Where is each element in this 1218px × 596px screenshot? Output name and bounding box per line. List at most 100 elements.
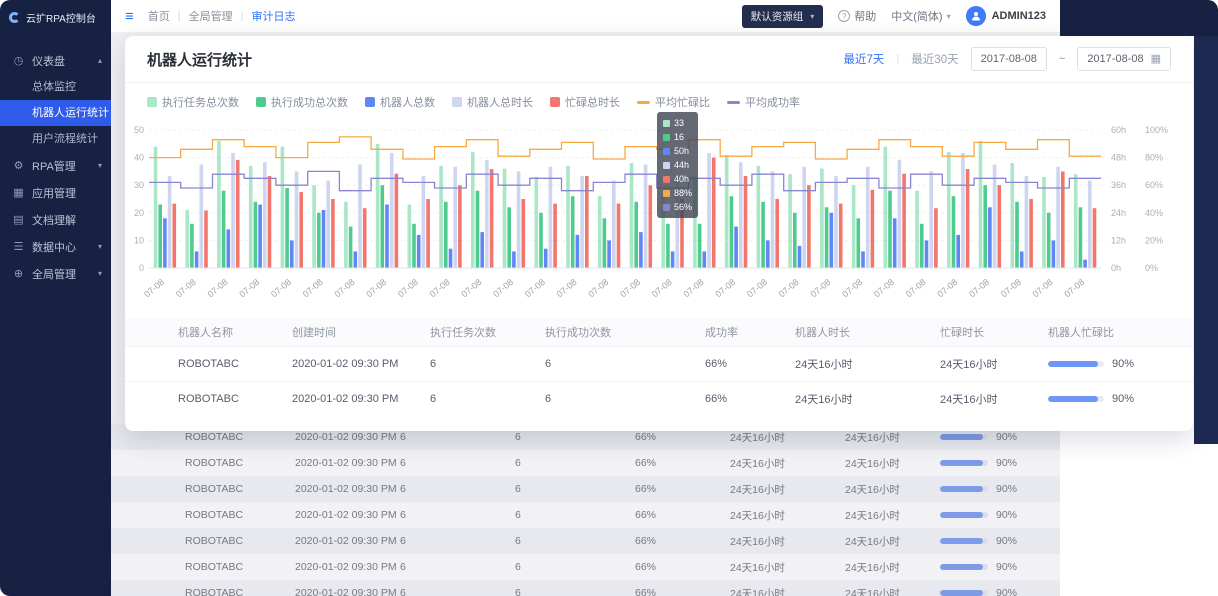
app-logo[interactable]: 云扩RPA控制台 — [0, 0, 111, 35]
card-shadow-band — [1194, 36, 1218, 444]
avatar — [966, 6, 986, 26]
table-cell: 6 — [400, 509, 515, 521]
svg-text:07-08: 07-08 — [650, 277, 674, 299]
table-cell: 6 — [400, 483, 515, 495]
busy-ratio-value: 90% — [996, 509, 1017, 521]
breadcrumb-home[interactable]: 首页 — [148, 8, 170, 24]
table-cell: 2020-01-02 09:30 PM — [292, 393, 430, 405]
table-row: ROBOTABC2020-01-02 09:30 PM6666%24天16小时2… — [125, 381, 1193, 416]
sidebar-item-document-understanding[interactable]: ▤ 文档理解 — [0, 206, 111, 233]
table-cell: ROBOTABC — [185, 561, 295, 573]
legend-item[interactable]: 机器人总数 — [365, 94, 435, 110]
date-to-value: 2017-08-08 — [1087, 53, 1143, 65]
svg-text:60%: 60% — [1145, 180, 1163, 190]
sidebar-item-app-management[interactable]: ▦ 应用管理 — [0, 179, 111, 206]
sidebar-item-robot-run-stats[interactable]: 机器人运行统计 — [0, 100, 111, 126]
date-to-input[interactable]: 2017-08-08 ▦ — [1077, 47, 1171, 71]
sidebar-item-user-flow-stats[interactable]: 用户流程统计 — [0, 126, 111, 152]
legend-item[interactable]: 机器人总时长 — [452, 94, 533, 110]
legend-item[interactable]: 平均成功率 — [727, 94, 800, 110]
column-header: 机器人名称 — [178, 324, 292, 340]
table-cell: 24天16小时 — [795, 391, 940, 407]
legend-label: 机器人总时长 — [467, 94, 533, 110]
breadcrumb-global-management[interactable]: 全局管理 — [189, 8, 233, 24]
svg-text:07-08: 07-08 — [491, 277, 515, 299]
legend-label: 平均忙碌比 — [655, 94, 710, 110]
chevron-down-icon: ▾ — [98, 269, 102, 278]
svg-text:07-08: 07-08 — [1062, 277, 1086, 299]
sidebar-item-dashboard[interactable]: ◷ 仪表盘 ▴ — [0, 47, 111, 74]
column-header: 执行任务次数 — [430, 324, 545, 340]
date-from-input[interactable]: 2017-08-08 — [971, 47, 1047, 71]
svg-text:50: 50 — [134, 125, 144, 135]
table-cell: 66% — [635, 535, 730, 547]
legend-item[interactable]: 平均忙碌比 — [637, 94, 710, 110]
table-cell: 24天16小时 — [730, 534, 845, 549]
help-button[interactable]: ? 帮助 — [838, 8, 876, 24]
sidebar-item-label: 仪表盘 — [32, 53, 65, 69]
background-table: ROBOTABC2020-01-02 09:30 PM6666%24天16小时2… — [111, 424, 1060, 596]
legend-item[interactable]: 执行成功总次数 — [256, 94, 348, 110]
chart-tooltip: 331650h44h40h88%56% — [657, 112, 698, 218]
busy-ratio-bar: 90% — [1048, 358, 1171, 370]
sidebar-item-overall-monitor[interactable]: 总体监控 — [0, 74, 111, 100]
svg-text:100%: 100% — [1145, 125, 1168, 135]
legend-marker — [550, 97, 560, 107]
busy-ratio-bar: 90% — [1048, 393, 1171, 405]
table-cell: ROBOTABC — [185, 535, 295, 547]
busy-ratio-value: 90% — [1112, 393, 1134, 405]
svg-text:07-08: 07-08 — [682, 277, 706, 299]
busy-ratio-value: 90% — [996, 561, 1017, 573]
range-last-30-days-link[interactable]: 最近30天 — [911, 51, 958, 67]
progress-fill — [940, 564, 983, 570]
progress-track — [940, 590, 988, 596]
table-cell: 24天16小时 — [730, 560, 845, 575]
robot-stats-chart[interactable]: 010203040500h0%12h20%24h40%36h60%48h80%6… — [133, 118, 1185, 310]
chevron-down-icon: ▾ — [98, 161, 102, 170]
table-cell: 6 — [515, 561, 635, 573]
language-dropdown[interactable]: 中文(简体) ▾ — [891, 8, 950, 24]
topbar-right: 默认资源组 ▾ ? 帮助 中文(简体) ▾ ADMIN123 — [742, 5, 1046, 28]
table-cell: 2020-01-02 09:30 PM — [292, 358, 430, 370]
table-cell: ROBOTABC — [185, 431, 295, 443]
table-cell: 24天16小时 — [845, 560, 940, 575]
svg-text:60h: 60h — [1111, 125, 1126, 135]
chevron-down-icon: ▾ — [810, 12, 814, 21]
svg-text:07-08: 07-08 — [142, 277, 166, 299]
tooltip-value: 33 — [674, 118, 684, 128]
legend-item[interactable]: 忙碌总时长 — [550, 94, 620, 110]
table-cell: 66% — [635, 457, 730, 469]
column-header: 忙碌时长 — [940, 324, 1048, 340]
svg-text:07-08: 07-08 — [428, 277, 452, 299]
column-header: 执行成功次数 — [545, 324, 705, 340]
tooltip-series-marker — [663, 204, 670, 211]
legend-label: 平均成功率 — [745, 94, 800, 110]
resource-group-dropdown[interactable]: 默认资源组 ▾ — [742, 5, 824, 28]
legend-label: 执行成功总次数 — [271, 94, 348, 110]
user-menu[interactable]: ADMIN123 — [966, 6, 1046, 26]
progress-track — [940, 512, 988, 518]
svg-text:07-08: 07-08 — [967, 277, 991, 299]
rpa-icon: ⚙ — [12, 159, 25, 172]
svg-text:07-08: 07-08 — [840, 277, 864, 299]
busy-ratio-bar: 90% — [940, 535, 1060, 547]
menu-collapse-icon[interactable]: ≡ — [125, 9, 134, 24]
table-cell: 6 — [400, 431, 515, 443]
table-cell: 24天16小时 — [730, 586, 845, 596]
sidebar-item-global-management[interactable]: ⊕ 全局管理 ▾ — [0, 260, 111, 287]
table-cell: 66% — [705, 393, 795, 405]
sidebar-item-rpa-management[interactable]: ⚙ RPA管理 ▾ — [0, 152, 111, 179]
table-cell: 66% — [635, 431, 730, 443]
column-header: 成功率 — [705, 324, 795, 340]
robot-stats-table: 机器人名称创建时间执行任务次数执行成功次数成功率机器人时长忙碌时长机器人忙碌比R… — [125, 318, 1193, 416]
table-cell: 66% — [635, 587, 730, 596]
panel-controls: 最近7天 | 最近30天 2017-08-08 ~ 2017-08-08 ▦ — [844, 47, 1171, 71]
help-icon: ? — [838, 10, 850, 22]
sidebar-item-data-center[interactable]: ☰ 数据中心 ▾ — [0, 233, 111, 260]
svg-text:07-08: 07-08 — [174, 277, 198, 299]
table-cell: ROBOTABC — [185, 509, 295, 521]
legend-item[interactable]: 执行任务总次数 — [147, 94, 239, 110]
range-last-7-days-link[interactable]: 最近7天 — [844, 51, 885, 67]
background-table-row: ROBOTABC2020-01-02 09:30 PM6666%24天16小时2… — [111, 554, 1060, 580]
busy-ratio-bar: 90% — [940, 509, 1060, 521]
